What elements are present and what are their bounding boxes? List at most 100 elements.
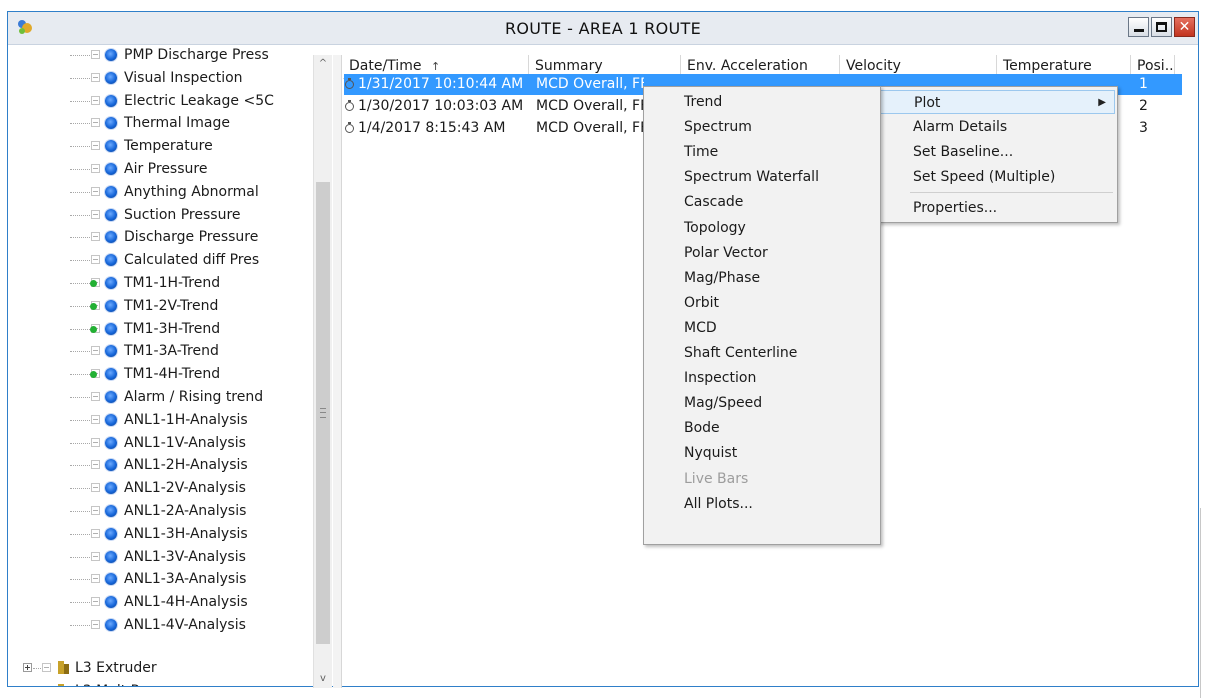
tree-item[interactable]: Anything Abnormal — [8, 181, 308, 203]
tree-item[interactable]: PMP Discharge Press — [8, 45, 308, 66]
plot-menu-item[interactable]: Bode — [646, 416, 878, 440]
menu-item-label: Inspection — [684, 370, 757, 387]
plot-menu-item[interactable]: Spectrum — [646, 115, 878, 139]
collapse-toggle-icon[interactable] — [91, 50, 100, 59]
plot-menu-item[interactable]: All Plots... — [646, 492, 878, 516]
tree-item[interactable]: ANL1-3H-Analysis — [8, 523, 308, 545]
plot-menu-item[interactable]: Cascade — [646, 190, 878, 214]
plot-menu-item[interactable]: Time — [646, 140, 878, 164]
measurement-point-icon — [105, 140, 117, 153]
collapse-toggle-icon[interactable] — [91, 597, 100, 607]
tree-item[interactable]: ANL1-1V-Analysis — [8, 432, 308, 454]
tree-item[interactable]: ANL1-2A-Analysis — [8, 500, 308, 522]
context-menu-item[interactable]: Plot ▶ — [880, 90, 1115, 114]
tree-item[interactable]: Discharge Pressure — [8, 226, 308, 248]
collapse-toggle-icon[interactable] — [91, 118, 100, 128]
collapse-toggle-icon[interactable] — [91, 414, 100, 424]
plot-menu-item[interactable]: Nyquist — [646, 441, 878, 465]
collapse-toggle-icon[interactable] — [91, 506, 100, 515]
table-row[interactable]: 1/4/2017 8:15:43 AM MCD Overall, FFT — [344, 118, 644, 139]
tree-item-label: Anything Abnormal — [124, 183, 259, 200]
tree-item-label: TM1-2V-Trend — [124, 297, 219, 314]
plot-menu-item[interactable]: Polar Vector — [646, 241, 878, 265]
collapse-toggle-icon[interactable] — [91, 528, 100, 538]
collapse-toggle-icon[interactable] — [91, 392, 100, 401]
context-menu-item[interactable]: Properties... — [880, 196, 1115, 220]
tree-item[interactable]: TM1-1H-Trend — [8, 272, 308, 294]
context-menu: Plot ▶ Alarm Details Set Baseline... Set Spe… — [877, 86, 1118, 223]
tree-item[interactable]: Air Pressure — [8, 158, 308, 180]
tree-item[interactable]: ANL1-4H-Analysis — [8, 591, 308, 613]
menu-item-label: Mag/Speed — [684, 395, 763, 412]
tree-item-machine[interactable]: L3 Extruder — [8, 657, 308, 679]
tree-item-label: PMP Discharge Press — [124, 47, 269, 63]
collapse-toggle-icon[interactable] — [91, 574, 100, 584]
scroll-up-icon[interactable]: ^ — [314, 55, 332, 73]
close-button[interactable]: ✕ — [1174, 17, 1195, 37]
status-ok-icon — [90, 302, 97, 310]
measurement-point-icon — [105, 413, 117, 426]
collapse-toggle-icon[interactable] — [91, 460, 100, 470]
status-ok-icon — [90, 280, 97, 287]
tree-item[interactable]: Visual Inspection — [8, 67, 308, 89]
plot-menu-item[interactable]: Topology — [646, 216, 878, 240]
tree-item[interactable]: ANL1-3A-Analysis — [8, 568, 308, 590]
scroll-thumb[interactable] — [316, 182, 330, 644]
plot-menu-item[interactable]: Spectrum Waterfall — [646, 165, 878, 189]
tree-item[interactable]: ANL1-1H-Analysis — [8, 409, 308, 431]
collapse-toggle-icon[interactable] — [42, 663, 51, 672]
collapse-toggle-icon[interactable] — [91, 72, 100, 82]
minimize-button[interactable] — [1128, 17, 1149, 37]
tree-item[interactable]: Alarm / Rising trend — [8, 386, 308, 408]
plot-menu-item[interactable]: Mag/Speed — [646, 391, 878, 415]
table-row[interactable]: 1/30/2017 10:03:03 AM MCD Overall, FFT — [344, 96, 644, 117]
tree-item[interactable]: ANL1-2H-Analysis — [8, 454, 308, 476]
collapse-toggle-icon[interactable] — [91, 620, 100, 629]
collapse-toggle-icon[interactable] — [91, 186, 100, 196]
tree-item[interactable]: TM1-4H-Trend — [8, 363, 308, 385]
maximize-button[interactable] — [1151, 17, 1172, 37]
collapse-toggle-icon[interactable] — [91, 95, 100, 105]
tree-item[interactable]: ANL1-2V-Analysis — [8, 477, 308, 499]
collapse-toggle-icon[interactable] — [91, 209, 100, 219]
tree-item-machine[interactable]: L3 Melt Pump — [8, 680, 308, 686]
plot-menu-item[interactable]: Orbit — [646, 291, 878, 315]
tree-item[interactable]: Thermal Image — [8, 112, 308, 134]
plot-menu-item[interactable]: Trend — [646, 90, 878, 114]
expand-toggle-icon[interactable] — [23, 663, 32, 672]
plot-menu-item[interactable]: MCD — [646, 316, 878, 340]
machine-icon-part — [58, 683, 64, 686]
tree-item[interactable]: ANL1-4V-Analysis — [8, 614, 308, 636]
plot-menu-item[interactable]: Mag/Phase — [646, 266, 878, 290]
tree-item[interactable]: TM1-2V-Trend — [8, 295, 308, 317]
tree-item[interactable]: Calculated diff Pres — [8, 249, 308, 271]
tree-item[interactable]: TM1-3A-Trend — [8, 340, 308, 362]
collapse-toggle-icon[interactable] — [91, 437, 100, 447]
scroll-down-icon[interactable]: v — [314, 670, 332, 688]
tree-item[interactable]: TM1-3H-Trend — [8, 318, 308, 340]
collapse-toggle-icon[interactable] — [91, 164, 100, 173]
collapse-toggle-icon[interactable] — [91, 255, 100, 265]
tree-connector — [70, 237, 90, 239]
plot-menu-item[interactable]: Inspection — [646, 366, 878, 390]
collapse-toggle-icon[interactable] — [91, 232, 100, 242]
hierarchy-tree[interactable]: PMP Discharge Press Visual Inspection Elec… — [8, 45, 320, 686]
title-bar[interactable]: ROUTE - AREA 1 ROUTE ✕ — [8, 12, 1198, 45]
tree-item[interactable]: Suction Pressure — [8, 204, 308, 226]
plot-menu-item[interactable]: Shaft Centerline — [646, 341, 878, 365]
tree-item-label: Temperature — [124, 138, 213, 155]
summary-cell: MCD Overall, FFT — [536, 98, 644, 114]
collapse-toggle-icon[interactable] — [91, 346, 100, 356]
measurement-point-icon — [105, 231, 117, 244]
context-menu-item[interactable]: Set Baseline... — [880, 140, 1115, 164]
collapse-toggle-icon[interactable] — [91, 551, 100, 561]
context-menu-item[interactable]: Set Speed (Multiple) — [880, 165, 1115, 189]
tree-item[interactable]: Temperature — [8, 135, 308, 157]
collapse-toggle-icon[interactable] — [91, 141, 100, 151]
collapse-toggle-icon[interactable] — [91, 483, 100, 493]
tree-item[interactable]: Electric Leakage <5C — [8, 90, 308, 112]
tree-scrollbar[interactable]: ^ v — [313, 55, 332, 688]
pane-splitter[interactable] — [333, 55, 342, 688]
tree-item[interactable]: ANL1-3V-Analysis — [8, 546, 308, 568]
context-menu-item[interactable]: Alarm Details — [880, 115, 1115, 139]
